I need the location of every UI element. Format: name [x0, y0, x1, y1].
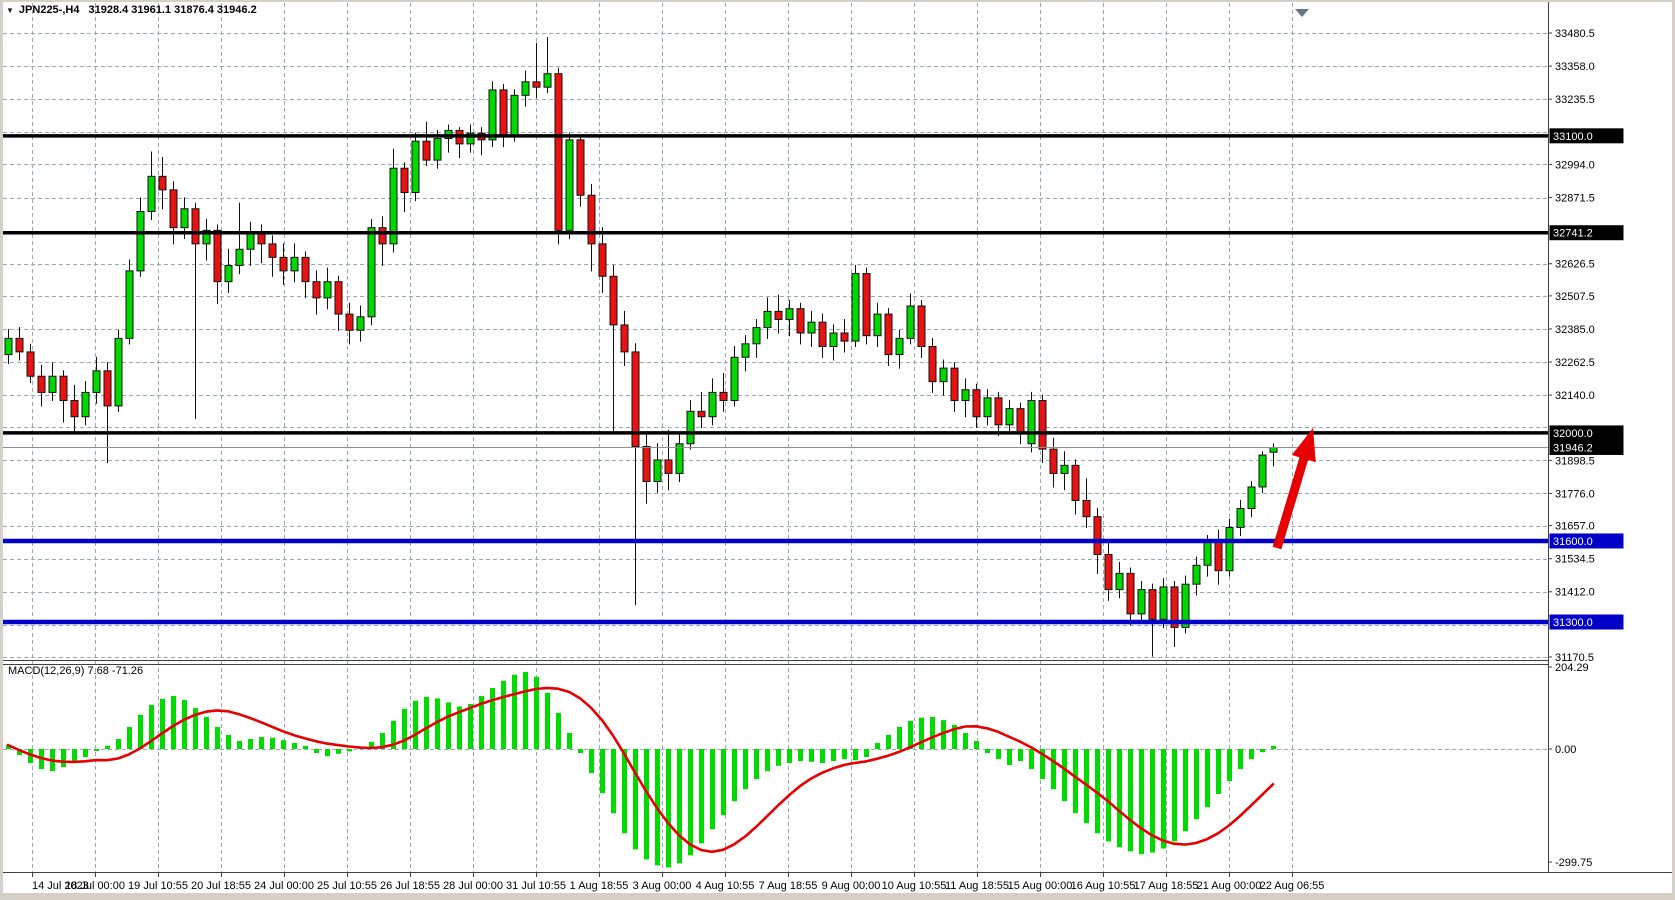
time-tick-label: 31 Jul 10:55: [506, 880, 566, 892]
time-tick-label: 7 Aug 18:55: [759, 880, 818, 892]
time-tick-label: 20 Jul 18:55: [191, 880, 251, 892]
window-frame-bottom: [0, 893, 1675, 900]
price-chart-canvas[interactable]: 33480.5 33358.0 33235.5 32994.0 32871.5 32626…: [0, 0, 1675, 900]
price-label-text: 32000.0: [1553, 428, 1593, 440]
price-tick-label: 33235.5: [1555, 94, 1595, 106]
chart-title: ▼ JPN225-,H4 31928.4 31961.1 31876.4 31946…: [6, 4, 257, 16]
time-tick-label: 11 Aug 18:55: [945, 880, 1009, 892]
price-tick-label: 32140.0: [1555, 390, 1595, 402]
time-tick-label: 21 Aug 00:00: [1197, 880, 1262, 892]
time-tick-label: 1 Aug 18:55: [570, 880, 629, 892]
time-tick-label: 18 Jul 00:00: [65, 880, 125, 892]
price-tick-label: 31776.0: [1555, 488, 1595, 500]
window-frame-left: [0, 0, 3, 900]
symbol-dropdown-icon[interactable]: ▼: [6, 6, 14, 15]
mt4-chart-window: 33480.5 33358.0 33235.5 32994.0 32871.5 32626…: [0, 0, 1675, 900]
time-tick-label: 10 Aug 10:55: [882, 880, 947, 892]
price-tick-label: 31657.0: [1555, 521, 1595, 533]
macd-indicator-label: MACD(12,26,9) 7.68 -71.26: [8, 665, 143, 677]
price-tick-label: 32626.5: [1555, 259, 1595, 271]
price-label-text: 31600.0: [1553, 536, 1593, 548]
time-tick-label: 25 Jul 10:55: [317, 880, 377, 892]
time-tick-label: 16 Aug 10:55: [1071, 880, 1136, 892]
price-tick-label: 32262.5: [1555, 357, 1595, 369]
time-tick-label: 24 Jul 00:00: [254, 880, 314, 892]
time-tick-label: 9 Aug 00:00: [822, 880, 881, 892]
price-tick-label: 32385.0: [1555, 324, 1595, 336]
ohlc-values: 31928.4 31961.1 31876.4 31946.2: [88, 4, 256, 16]
time-tick-label: 4 Aug 10:55: [696, 880, 755, 892]
price-tick-label: 32994.0: [1555, 159, 1595, 171]
time-tick-label: 26 Jul 18:55: [380, 880, 440, 892]
macd-tick-label: 204.29: [1555, 662, 1589, 674]
price-tick-label: 31898.5: [1555, 455, 1595, 467]
price-label-text: 32741.2: [1553, 228, 1593, 240]
price-tick-label: 31412.0: [1555, 587, 1595, 599]
price-label-text: 31300.0: [1553, 617, 1593, 629]
price-tick-label: 33480.5: [1555, 28, 1595, 40]
price-tick-label: 32871.5: [1555, 193, 1595, 205]
macd-tick-label: -299.75: [1555, 857, 1592, 869]
macd-tick-label: 0.00: [1555, 744, 1576, 756]
time-tick-label: 17 Aug 18:55: [1134, 880, 1199, 892]
price-tick-label: 31534.5: [1555, 554, 1595, 566]
symbol-period-label: JPN225-,H4: [19, 4, 80, 16]
price-tick-label: 32507.5: [1555, 291, 1595, 303]
time-tick-label: 19 Jul 10:55: [128, 880, 188, 892]
time-tick-label: 3 Aug 00:00: [633, 880, 692, 892]
price-label-text: 31946.2: [1553, 442, 1593, 454]
time-tick-label: 22 Aug 06:55: [1260, 880, 1325, 892]
price-label-text: 33100.0: [1553, 131, 1593, 143]
price-tick-label: 33358.0: [1555, 61, 1595, 73]
time-tick-label: 28 Jul 00:00: [443, 880, 503, 892]
time-tick-label: 15 Aug 00:00: [1008, 880, 1073, 892]
